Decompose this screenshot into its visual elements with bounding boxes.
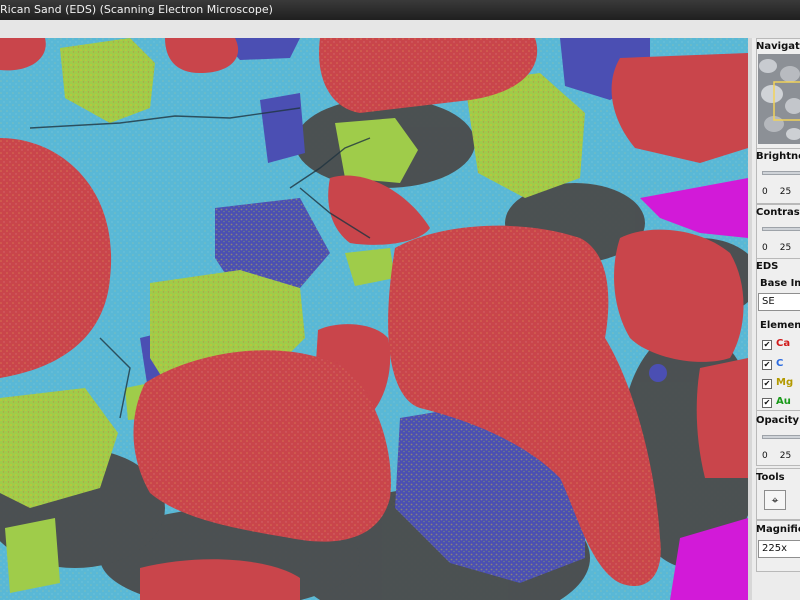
crosshair-icon: ⌖ xyxy=(771,493,779,507)
brightness-title: Brightness xyxy=(756,151,800,162)
opacity-title: Opacity xyxy=(756,415,800,426)
contrast-slider[interactable] xyxy=(762,227,800,231)
element-label: Ca xyxy=(776,338,791,349)
magnification-field[interactable]: 225x xyxy=(758,540,800,558)
contrast-title: Contrast xyxy=(756,207,800,218)
sem-image xyxy=(0,38,748,600)
brightness-tick: 25 xyxy=(779,187,792,197)
element-checkbox-c[interactable]: ✔ C xyxy=(762,358,784,370)
brightness-slider[interactable] xyxy=(762,171,800,175)
contrast-tick: 25 xyxy=(779,243,792,253)
opacity-ticks: 0 25 xyxy=(762,451,800,461)
sem-image-viewport[interactable] xyxy=(0,38,748,600)
contrast-tick: 0 xyxy=(762,243,768,253)
element-label: Au xyxy=(776,396,791,407)
checkbox-box[interactable]: ✔ xyxy=(762,340,772,350)
brightness-ticks: 0 25 xyxy=(762,187,800,197)
window-title-bar[interactable]: Rican Sand (EDS) (Scanning Electron Micr… xyxy=(0,0,800,20)
base-image-select[interactable]: SE xyxy=(758,293,800,311)
elements-title: Elements xyxy=(760,320,800,331)
element-checkbox-ca[interactable]: ✔ Ca xyxy=(762,338,791,350)
opacity-slider[interactable] xyxy=(762,435,800,439)
element-label: Mg xyxy=(776,377,794,388)
base-image-label: Base Image xyxy=(760,278,800,289)
navigator-title: Navigator xyxy=(756,41,800,52)
magnification-title: Magnification xyxy=(756,524,800,535)
checkbox-box[interactable]: ✔ xyxy=(762,398,772,408)
window-title: Rican Sand (EDS) (Scanning Electron Micr… xyxy=(0,3,273,16)
element-checkbox-mg[interactable]: ✔ Mg xyxy=(762,377,794,389)
crosshair-tool-button[interactable]: ⌖ xyxy=(764,490,786,510)
navigator-thumbnail[interactable] xyxy=(758,54,800,144)
tools-title: Tools xyxy=(756,472,785,483)
navigator-thumbnail-image xyxy=(758,54,800,144)
element-checkbox-au[interactable]: ✔ Au xyxy=(762,396,791,408)
eds-title: EDS xyxy=(756,261,779,272)
opacity-tick: 0 xyxy=(762,451,768,461)
checkbox-box[interactable]: ✔ xyxy=(762,379,772,389)
contrast-ticks: 0 25 xyxy=(762,243,800,253)
brightness-tick: 0 xyxy=(762,187,768,197)
element-label: C xyxy=(776,358,784,369)
opacity-tick: 25 xyxy=(779,451,792,461)
checkbox-box[interactable]: ✔ xyxy=(762,360,772,370)
toolbar-strip xyxy=(0,20,800,39)
control-sidebar: Navigator Brightness 0 25 Contrast 0 25 ED… xyxy=(748,38,800,600)
